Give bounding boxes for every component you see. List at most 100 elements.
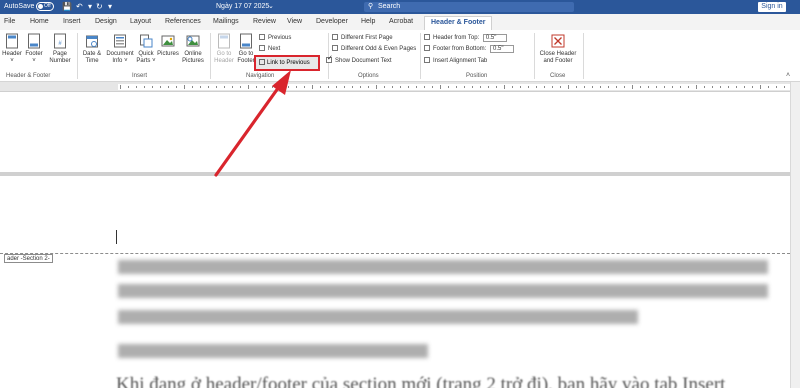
undo-icon[interactable]: ↶	[76, 2, 83, 12]
ruler-tick	[288, 86, 289, 88]
checkmark-icon	[326, 55, 333, 63]
ruler-tick	[704, 86, 705, 88]
ruler-tick	[360, 86, 361, 88]
ruler-tick	[720, 86, 721, 88]
chevron-down-icon[interactable]: ⌄	[268, 2, 274, 10]
next-button[interactable]: Next	[259, 45, 280, 53]
ruler-tick	[376, 85, 377, 89]
tab-header-footer[interactable]: Header & Footer	[424, 16, 493, 30]
footer-from-bottom-input[interactable]: 0.5"	[490, 45, 515, 53]
footer-button[interactable]: Footer ˅	[24, 33, 44, 65]
tab-help[interactable]: Help	[361, 18, 375, 25]
ruler-tick	[616, 86, 617, 88]
ruler-tick	[424, 86, 425, 88]
ruler-tick	[336, 86, 337, 88]
pictures-button[interactable]: Pictures	[157, 33, 179, 58]
ruler-tick	[448, 86, 449, 88]
collapse-ribbon-icon[interactable]: ˄	[786, 72, 790, 79]
insert-alignment-tab-button[interactable]: Insert Alignment Tab	[424, 57, 487, 65]
tab-home[interactable]: Home	[30, 18, 49, 25]
ruler-tick	[440, 85, 441, 89]
footer-from-bottom-control[interactable]: Footer from Bottom: 0.5"	[424, 45, 515, 53]
autosave-toggle[interactable]: Off	[36, 2, 54, 11]
ruler-tick	[736, 86, 737, 88]
ruler-tick	[480, 86, 481, 88]
redo-icon[interactable]: ↻	[96, 2, 103, 12]
tab-insert[interactable]: Insert	[63, 18, 81, 25]
blurred-text-line	[118, 310, 638, 324]
online-picture-icon	[186, 35, 200, 47]
ruler-tick	[416, 86, 417, 88]
link-to-previous-button[interactable]: Link to Previous	[254, 55, 320, 71]
vertical-scrollbar[interactable]	[790, 82, 800, 388]
ruler-tick	[576, 86, 577, 88]
ruler-tick	[536, 86, 537, 88]
calendar-icon	[86, 35, 98, 48]
ruler-tick	[408, 86, 409, 88]
ruler-tick	[640, 86, 641, 88]
ruler-tick	[488, 86, 489, 88]
chevron-down-icon: ˅	[10, 58, 14, 64]
page-number-button[interactable]: # Page Number	[46, 33, 74, 65]
search-input[interactable]: ⚲ Search	[364, 2, 574, 12]
save-icon[interactable]: 💾	[62, 2, 72, 12]
header-icon	[6, 33, 18, 49]
footer-icon	[28, 33, 40, 49]
quick-parts-button[interactable]: Quick Parts ˅	[136, 33, 156, 65]
ruler-tick	[520, 86, 521, 88]
close-header-footer-button[interactable]: Close Header and Footer	[536, 33, 580, 65]
tab-mailings[interactable]: Mailings	[213, 18, 239, 25]
previous-button[interactable]: Previous	[259, 34, 291, 42]
tab-view[interactable]: View	[287, 18, 302, 25]
date-time-button[interactable]: Date & Time	[80, 33, 104, 65]
different-odd-even-checkbox[interactable]: Different Odd & Even Pages	[332, 45, 416, 53]
document-title[interactable]: Ngày 17 07 2025	[216, 3, 269, 10]
horizontal-ruler[interactable]	[0, 82, 800, 92]
alignment-tab-icon	[424, 57, 430, 63]
tab-file[interactable]: File	[4, 18, 15, 25]
tab-layout[interactable]: Layout	[130, 18, 151, 25]
separator	[420, 33, 421, 79]
different-first-page-checkbox[interactable]: Different First Page	[332, 34, 393, 42]
header-from-top-input[interactable]: 0.5"	[482, 34, 507, 42]
ruler-tick	[264, 86, 265, 88]
dropdown-icon[interactable]: ▾	[88, 2, 92, 12]
tab-developer[interactable]: Developer	[316, 18, 348, 25]
blurred-text-line	[118, 344, 428, 358]
tab-references[interactable]: References	[165, 18, 201, 25]
sign-in-button[interactable]: Sign in	[758, 2, 786, 12]
ruler-tick	[432, 86, 433, 88]
ruler-tick	[384, 86, 385, 88]
ruler-tick	[472, 86, 473, 88]
group-label-close: Close	[550, 73, 566, 79]
ribbon: Header ˅ Footer ˅ # Page Number Header & Fo…	[0, 30, 800, 82]
header-from-top-control[interactable]: Header from Top: 0.5"	[424, 34, 507, 42]
document-info-button[interactable]: Document Info ˅	[105, 33, 135, 65]
go-to-header-button[interactable]: Go to Header	[213, 33, 235, 65]
group-label-navigation: Navigation	[246, 73, 275, 79]
ruler-tick	[600, 86, 601, 88]
ruler-tick	[240, 86, 241, 88]
search-placeholder: Search	[378, 3, 401, 10]
ruler-tick	[624, 86, 625, 88]
page-number-icon: #	[54, 33, 66, 49]
ruler-tick	[784, 86, 785, 88]
online-pictures-button[interactable]: Online Pictures	[180, 33, 206, 65]
ruler-tick	[208, 86, 209, 88]
next-icon	[259, 45, 265, 51]
chevron-down-icon: ˅	[152, 58, 156, 64]
ruler-tick	[544, 86, 545, 88]
show-document-text-checkbox[interactable]: Show Document Text	[326, 55, 392, 65]
ruler-tick	[144, 86, 145, 88]
ruler-tick	[776, 86, 777, 88]
ruler-tick	[696, 85, 697, 89]
ruler-tick	[392, 86, 393, 88]
ruler-tick	[456, 86, 457, 88]
tab-acrobat[interactable]: Acrobat	[389, 18, 413, 25]
tab-design[interactable]: Design	[95, 18, 117, 25]
quick-parts-icon	[140, 34, 153, 48]
page-previous-footer[interactable]	[0, 92, 790, 172]
tab-review[interactable]: Review	[253, 18, 276, 25]
header-button[interactable]: Header ˅	[2, 33, 22, 65]
customize-icon[interactable]: ▾	[108, 2, 112, 12]
